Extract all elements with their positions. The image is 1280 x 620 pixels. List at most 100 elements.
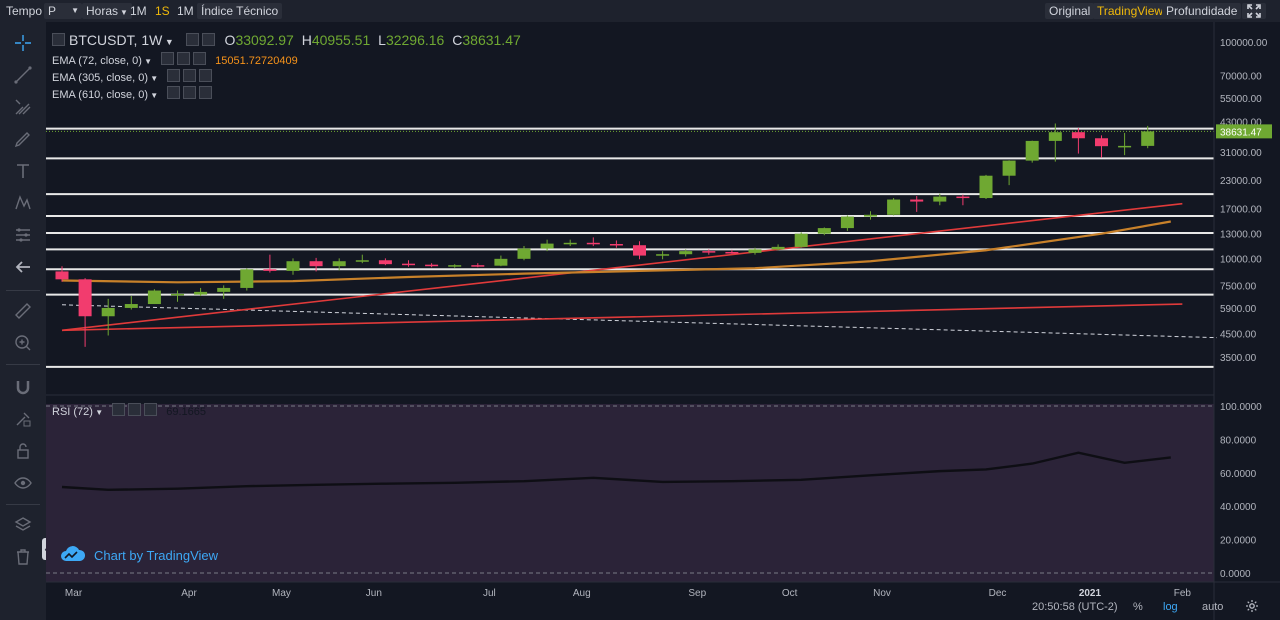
percent-toggle[interactable]: %: [1133, 601, 1143, 613]
top-toolbar: Tempo P ▼ Horas ▼ 1M 1S 1M Índice Técnico …: [0, 0, 1280, 23]
chevron-down-icon[interactable]: ▼: [148, 74, 158, 83]
candle-body: [887, 199, 901, 215]
period-select[interactable]: P ▼: [44, 3, 82, 19]
settings-icon[interactable]: [167, 86, 181, 99]
chevron-down-icon[interactable]: ▼: [148, 91, 158, 100]
back-arrow-icon[interactable]: [10, 254, 36, 280]
chevron-down-icon[interactable]: ▼: [93, 408, 103, 417]
ema72-label[interactable]: EMA (72, close, 0): [52, 55, 142, 67]
pitchfork-icon[interactable]: [10, 94, 36, 120]
hide-icon[interactable]: [183, 86, 197, 99]
timeframe-1s-button[interactable]: 1S: [151, 3, 174, 19]
candle-body: [1002, 160, 1016, 176]
ema72-legend: EMA (72, close, 0) ▼ 15051.72720409: [52, 52, 298, 67]
eye-icon[interactable]: [10, 470, 36, 496]
close-icon[interactable]: [144, 403, 158, 416]
settings-icon[interactable]: [167, 69, 181, 82]
hours-value: Horas: [86, 4, 119, 18]
hide-icon[interactable]: [183, 69, 197, 82]
symbol-name[interactable]: BTCUSDT, 1W: [69, 32, 162, 48]
hide-icon[interactable]: [128, 403, 142, 416]
zoom-icon[interactable]: [10, 330, 36, 356]
rsi-label[interactable]: RSI (72): [52, 406, 93, 418]
toolbar-divider: [6, 364, 40, 365]
trendline-icon[interactable]: [10, 62, 36, 88]
crosshair-icon[interactable]: [10, 30, 36, 56]
ema610-label[interactable]: EMA (610, close, 0): [52, 89, 148, 101]
gear-icon[interactable]: [1246, 600, 1258, 615]
candle-body: [448, 265, 462, 267]
candle-body: [540, 243, 554, 249]
settings-icon[interactable]: [112, 403, 126, 416]
text-icon[interactable]: [10, 158, 36, 184]
magnet-icon[interactable]: [10, 374, 36, 400]
lock-drawing-icon[interactable]: [10, 406, 36, 432]
chevron-down-icon[interactable]: ▼: [142, 57, 152, 66]
period-value: P: [48, 4, 57, 18]
candle-body: [517, 248, 531, 259]
close-icon[interactable]: [199, 86, 213, 99]
chevron-down-icon[interactable]: ▼: [162, 37, 174, 47]
timeframe-1m-button[interactable]: 1M: [126, 3, 151, 19]
candle-body: [332, 261, 346, 267]
view-depth-button[interactable]: Profundidade: [1162, 3, 1242, 19]
forecast-icon[interactable]: [10, 222, 36, 248]
settings-icon[interactable]: [185, 33, 199, 46]
chart-canvas[interactable]: 100000.0070000.0055000.0043000.0031000.0…: [46, 22, 1280, 620]
symbol-legend: BTCUSDT, 1W ▼ O33092.97 H40955.51 L32296…: [52, 32, 521, 48]
ruler-icon[interactable]: [10, 298, 36, 324]
candle-body: [355, 260, 369, 262]
candle-body: [794, 233, 808, 247]
candle-body: [586, 242, 600, 245]
candle-body: [609, 244, 623, 246]
auto-toggle[interactable]: auto: [1202, 601, 1223, 613]
candle-body: [402, 263, 415, 266]
hide-icon[interactable]: [177, 52, 191, 65]
time-tick-label: Oct: [782, 588, 798, 599]
price-tick-label: 13000.00: [1220, 230, 1262, 241]
candle-body: [55, 271, 69, 280]
settings-icon[interactable]: [201, 33, 215, 46]
price-tick-label: 31000.00: [1220, 148, 1262, 159]
open-value: 33092.97: [235, 32, 294, 48]
candle-body: [378, 260, 392, 265]
trash-icon[interactable]: [10, 544, 36, 570]
fullscreen-icon[interactable]: [1242, 3, 1266, 19]
candle-body: [1048, 132, 1062, 141]
view-tradingview-button[interactable]: TradingView: [1093, 3, 1168, 19]
candle: [147, 289, 161, 305]
time-tick-label: Sep: [688, 588, 706, 599]
toolbar-divider: [6, 504, 40, 505]
time-tick-label: Jul: [483, 588, 496, 599]
log-toggle[interactable]: log: [1163, 601, 1178, 613]
time-tick-label: Nov: [873, 588, 891, 599]
indicators-button[interactable]: Índice Técnico: [197, 3, 283, 19]
candle-body: [147, 290, 161, 305]
price-tick-label: 5900.00: [1220, 304, 1257, 315]
collapse-legend-icon[interactable]: [52, 33, 65, 46]
close-icon[interactable]: [193, 52, 207, 65]
timeframe-1mo-button[interactable]: 1M: [173, 3, 198, 19]
pattern-icon[interactable]: [10, 190, 36, 216]
brush-icon[interactable]: [10, 126, 36, 152]
candle-body: [679, 251, 693, 255]
hours-select[interactable]: Horas ▼: [82, 3, 132, 19]
candle-body: [725, 251, 739, 254]
close-icon[interactable]: [199, 69, 213, 82]
chevron-down-icon: ▼: [71, 6, 79, 15]
price-tick-label: 7500.00: [1220, 281, 1257, 292]
candle-body: [286, 261, 300, 271]
view-original-button[interactable]: Original: [1045, 3, 1095, 19]
lock-icon[interactable]: [10, 438, 36, 464]
toolbar-divider: [6, 290, 40, 291]
ema610-legend: EMA (610, close, 0) ▼: [52, 86, 213, 101]
candle-body: [494, 258, 508, 266]
tradingview-attribution[interactable]: Chart by TradingView: [60, 545, 218, 565]
layers-icon[interactable]: [10, 512, 36, 538]
rsi-value: 69.1665: [166, 406, 206, 418]
candle-body: [771, 246, 785, 250]
price-tick-label: 3500.00: [1220, 353, 1257, 364]
ema305-label[interactable]: EMA (305, close, 0): [52, 72, 148, 84]
settings-icon[interactable]: [161, 52, 175, 65]
price-tick-label: 23000.00: [1220, 176, 1262, 187]
